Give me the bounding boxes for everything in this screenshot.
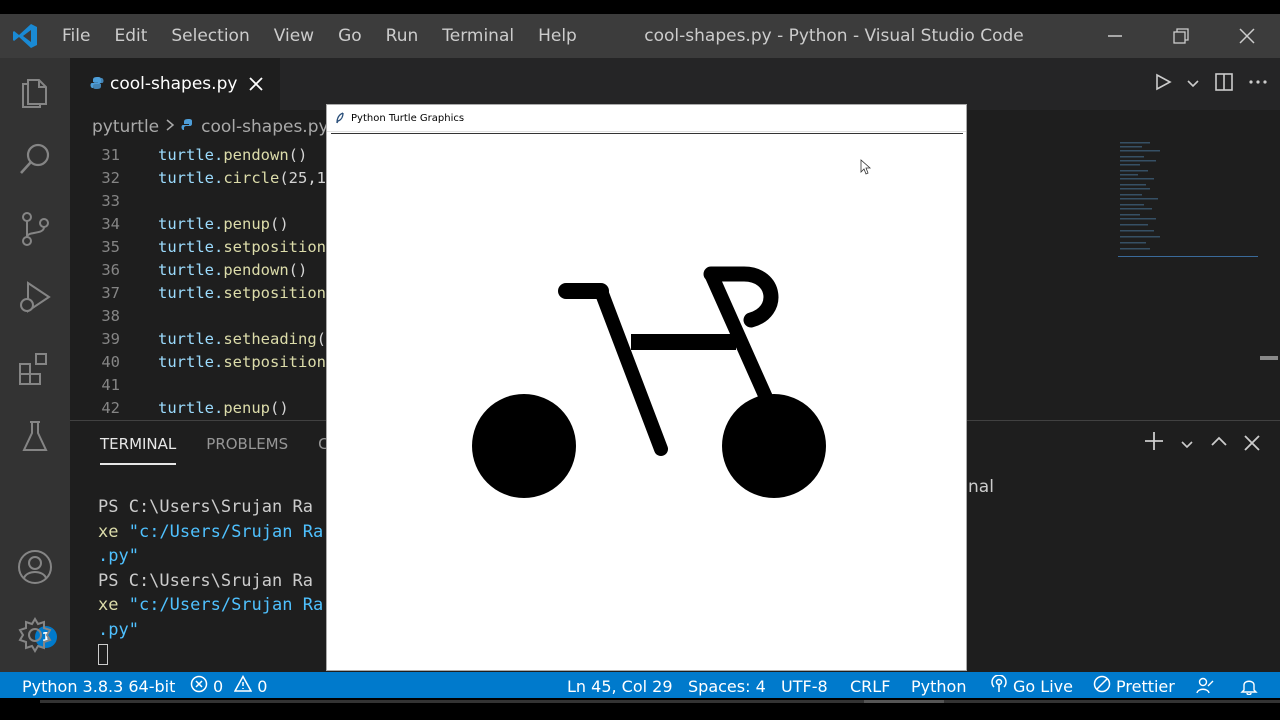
tab-cool-shapes[interactable]: cool-shapes.py [70, 58, 280, 110]
editor-tabs: cool-shapes.py [70, 58, 1280, 110]
run-file-icon[interactable] [1154, 73, 1172, 96]
terminal-string: "c:/Users/Srujan Ra [128, 521, 324, 542]
more-actions-icon[interactable] [1248, 72, 1268, 97]
go-live-button[interactable]: Go Live [990, 672, 1073, 700]
terminal-cursor [98, 643, 108, 665]
turtle-window-title: Python Turtle Graphics [351, 112, 465, 124]
menu-terminal[interactable]: Terminal [430, 26, 526, 46]
close-window-icon[interactable] [1214, 14, 1280, 58]
feather-icon [335, 109, 345, 128]
tab-terminal[interactable]: TERMINAL [100, 435, 177, 465]
terminal-selector[interactable]: nal [968, 477, 994, 497]
rear-wheel [472, 394, 576, 498]
terminal-line: PS C:\Users\Srujan Ra [98, 497, 313, 517]
editor-scrollbar[interactable] [1260, 356, 1278, 360]
language-mode[interactable]: Python [911, 672, 966, 700]
restore-icon[interactable] [1148, 14, 1214, 58]
minimize-icon[interactable] [1082, 14, 1148, 58]
prettier-label: Prettier [1116, 676, 1175, 696]
minimap[interactable] [1118, 138, 1258, 258]
source-control-icon[interactable] [0, 196, 70, 262]
cursor-position[interactable]: Ln 45, Col 29 [567, 672, 673, 700]
terminal-string: "c:/Users/Srujan Ra [128, 595, 324, 615]
accounts-icon[interactable] [0, 534, 70, 600]
python-interpreter[interactable]: Python 3.8.3 64-bit [22, 672, 175, 700]
notifications-bell-icon[interactable] [1240, 672, 1258, 700]
prettier-button[interactable]: Prettier [1093, 672, 1175, 700]
line-ending[interactable]: CRLF [850, 672, 890, 700]
menu-go[interactable]: Go [326, 26, 374, 46]
error-count: 0 [213, 676, 224, 696]
menu-view[interactable]: View [262, 26, 326, 46]
testing-icon[interactable] [0, 404, 70, 470]
menu-edit[interactable]: Edit [102, 26, 159, 46]
editor-actions [1154, 58, 1268, 110]
menu-run[interactable]: Run [374, 26, 431, 46]
breadcrumb: pyturtle cool-shapes.py [92, 114, 329, 140]
problems-indicator[interactable]: 0 0 [190, 672, 267, 700]
turtle-window-titlebar[interactable]: Python Turtle Graphics [327, 105, 966, 132]
split-editor-icon[interactable] [1214, 72, 1234, 97]
menu-file[interactable]: File [50, 26, 102, 46]
menu-selection[interactable]: Selection [159, 26, 261, 46]
new-terminal-icon[interactable] [1144, 431, 1164, 456]
front-wheel [722, 394, 826, 498]
encoding[interactable]: UTF-8 [781, 672, 828, 700]
panel-tabs: TERMINAL PROBLEMS C [100, 435, 329, 465]
terminal-string: .py" [98, 546, 139, 566]
video-progress-marker [864, 700, 944, 703]
python-icon [90, 75, 104, 94]
turtle-canvas[interactable] [331, 133, 963, 669]
terminal-output[interactable]: PS C:\Users\Srujan Ra xe "c:/Users/Sruja… [98, 495, 323, 667]
breadcrumb-folder[interactable]: pyturtle [92, 117, 159, 137]
vscode-logo-icon [0, 14, 50, 58]
close-tab-icon[interactable] [249, 72, 264, 96]
activity-bar: 1 [0, 58, 70, 672]
tab-label: cool-shapes.py [110, 74, 238, 94]
python-icon [181, 117, 195, 137]
extensions-icon[interactable] [0, 336, 70, 402]
window-controls [1082, 14, 1280, 58]
run-debug-icon[interactable] [0, 264, 70, 330]
indentation[interactable]: Spaces: 4 [688, 672, 766, 700]
explorer-icon[interactable] [0, 58, 70, 124]
close-panel-icon[interactable] [1244, 432, 1260, 456]
video-progress-track [40, 700, 1280, 703]
menu-help[interactable]: Help [526, 26, 589, 46]
chevron-right-icon [165, 117, 175, 137]
title-bar: File Edit Selection View Go Run Terminal… [0, 14, 1280, 58]
bicycle-drawing [472, 266, 826, 498]
warning-icon [233, 674, 253, 697]
status-bar: Python 3.8.3 64-bit 0 0 Ln 45, Col 29 Sp… [0, 672, 1280, 700]
feedback-icon[interactable] [1196, 672, 1214, 700]
terminal-keyword: xe [98, 521, 129, 542]
maximize-panel-icon[interactable] [1210, 432, 1228, 456]
terminal-keyword: xe [98, 595, 129, 615]
letterbox-top [0, 0, 1280, 14]
menu-bar: File Edit Selection View Go Run Terminal… [50, 26, 589, 46]
broadcast-icon [990, 674, 1008, 697]
error-icon [190, 675, 208, 697]
settings-gear-icon[interactable] [0, 602, 70, 668]
search-icon[interactable] [0, 126, 70, 192]
prettier-icon [1093, 675, 1111, 697]
chevron-down-icon[interactable] [1180, 432, 1194, 456]
terminal-line: PS C:\Users\Srujan Ra [98, 570, 313, 591]
tab-problems[interactable]: PROBLEMS [206, 435, 288, 465]
bicycle-frame [594, 284, 668, 456]
chevron-down-icon[interactable] [1186, 74, 1200, 95]
mouse-cursor-icon [860, 159, 872, 175]
terminal-string: .py" [98, 619, 139, 640]
turtle-graphics-window[interactable]: Python Turtle Graphics [326, 104, 967, 671]
go-live-label: Go Live [1013, 676, 1073, 696]
warning-count: 0 [257, 676, 268, 696]
breadcrumb-file[interactable]: cool-shapes.py [201, 117, 328, 137]
panel-actions [1144, 431, 1260, 456]
